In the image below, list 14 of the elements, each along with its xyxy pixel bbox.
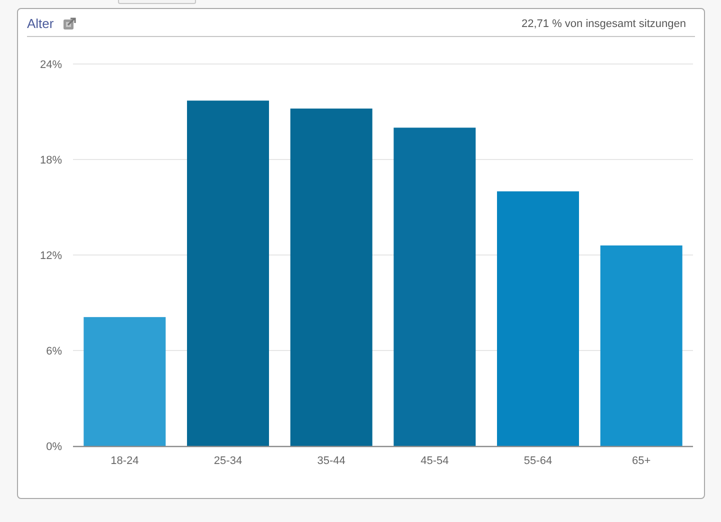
external-link-icon[interactable]	[62, 17, 76, 30]
summary-text: 22,71 % von insgesamt sitzungen	[522, 18, 686, 30]
x-tick-label: 35-44	[317, 455, 346, 467]
x-tick-label: 25-34	[214, 455, 242, 467]
x-tick-label: 45-54	[420, 455, 449, 467]
y-tick-label: 0%	[46, 441, 62, 453]
y-tick-label: 12%	[40, 250, 62, 262]
panel-title: Alter	[27, 16, 54, 31]
x-tick-label: 65+	[632, 455, 651, 467]
y-tick-label: 6%	[46, 346, 62, 358]
x-tick-label: 18-24	[110, 455, 139, 467]
x-tick-label: 55-64	[524, 455, 552, 467]
y-tick-label: 18%	[40, 154, 62, 166]
y-tick-label: 24%	[40, 59, 62, 71]
